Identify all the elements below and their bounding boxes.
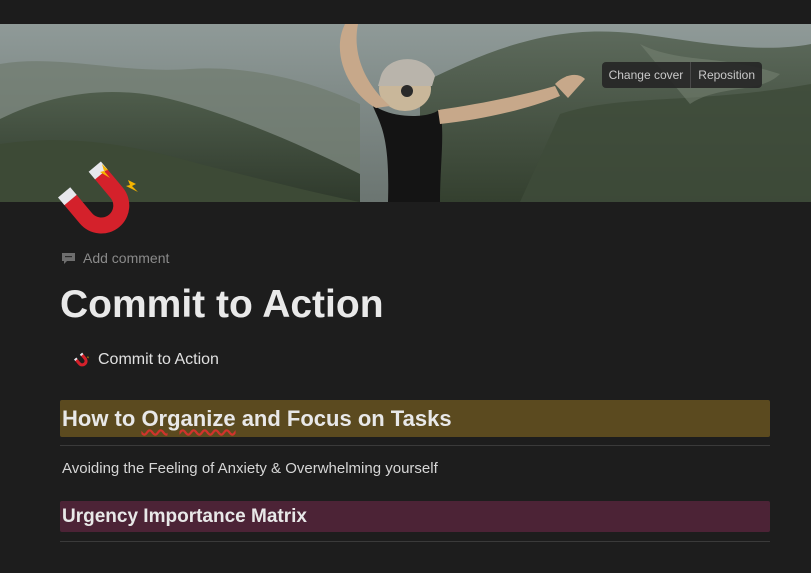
- page-title[interactable]: Commit to Action: [60, 283, 384, 327]
- heading-organize-focus[interactable]: How to Organize and Focus on Tasks: [60, 400, 770, 437]
- subpage-link-label: Commit to Action: [98, 351, 219, 368]
- paragraph-anxiety[interactable]: Avoiding the Feeling of Anxiety & Overwh…: [62, 460, 438, 477]
- magnet-icon[interactable]: [57, 160, 142, 240]
- change-cover-button[interactable]: Change cover: [602, 62, 691, 88]
- reposition-button[interactable]: Reposition: [690, 62, 762, 88]
- spellcheck-word: Organize: [141, 406, 236, 431]
- subpage-link[interactable]: Commit to Action: [74, 351, 219, 369]
- divider: [60, 541, 770, 542]
- divider: [60, 445, 770, 446]
- comment-icon: [62, 253, 75, 264]
- heading-urgency-matrix-text: Urgency Importance Matrix: [62, 506, 307, 527]
- add-comment-button[interactable]: Add comment: [61, 250, 169, 266]
- top-bar: [0, 0, 811, 24]
- heading-urgency-matrix[interactable]: Urgency Importance Matrix: [60, 501, 770, 532]
- add-comment-label: Add comment: [83, 250, 170, 266]
- heading-part-2: and Focus on Tasks: [235, 406, 452, 431]
- heading-organize-focus-text: How to Organize and Focus on Tasks: [60, 400, 770, 437]
- cover-actions: Change cover Reposition: [601, 62, 762, 88]
- magnet-icon-small: [74, 352, 90, 367]
- heading-part-1: How to: [62, 406, 142, 431]
